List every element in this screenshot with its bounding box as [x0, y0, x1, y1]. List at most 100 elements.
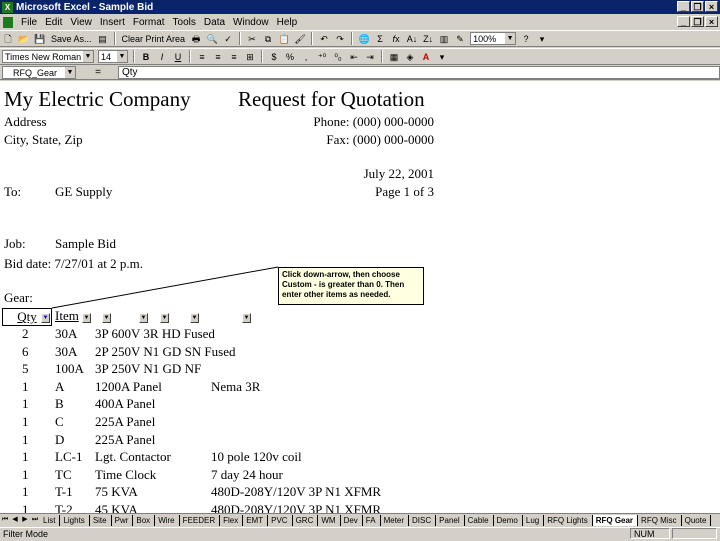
sheet-tab[interactable]: RFQ Lights	[544, 514, 593, 526]
sheet-tab[interactable]: Flex	[220, 514, 244, 526]
print-icon[interactable]: 🖶	[189, 32, 203, 46]
help-icon[interactable]: ?	[519, 32, 533, 46]
spelling-icon[interactable]: ✓	[221, 32, 235, 46]
menu-format[interactable]: Format	[129, 17, 169, 28]
sheet-tab[interactable]: Box	[133, 514, 156, 526]
sheet-tab[interactable]: Wire	[155, 514, 180, 526]
save-icon[interactable]: 💾	[33, 32, 47, 46]
sheet-tab[interactable]: Demo	[494, 514, 523, 526]
row-note[interactable]: 480D-208Y/120V 3P N1 XFMR	[211, 484, 381, 500]
sheet-tab[interactable]: Meter	[381, 514, 410, 526]
workbook-icon[interactable]	[3, 16, 13, 28]
row-qty[interactable]: 1	[22, 432, 29, 448]
menu-data[interactable]: Data	[200, 17, 229, 28]
comma-icon[interactable]: ,	[299, 50, 313, 64]
sheet-tab[interactable]: Pwr	[112, 514, 134, 526]
prev-sheet-icon[interactable]: ◀	[10, 515, 20, 525]
increase-indent-icon[interactable]: ⇥	[363, 50, 377, 64]
row-description[interactable]: 3P 600V 3R HD Fused	[95, 326, 215, 342]
row-description[interactable]: 1200A Panel	[95, 379, 162, 395]
excel-app-icon[interactable]: X	[2, 1, 13, 13]
row-qty[interactable]: 1	[22, 449, 29, 465]
sheet-tab[interactable]: Quote	[682, 514, 712, 526]
font-size-select[interactable]: 14 ▼	[98, 50, 128, 63]
paste-icon[interactable]: 📋	[277, 32, 291, 46]
undo-icon[interactable]: ↶	[317, 32, 331, 46]
bold-icon[interactable]: B	[139, 50, 153, 64]
minimize-button[interactable]: _	[677, 1, 690, 12]
row-qty[interactable]: 5	[22, 361, 29, 377]
row-qty[interactable]: 1	[22, 379, 29, 395]
sheet-tab[interactable]: Site	[90, 514, 112, 526]
row-description[interactable]: 2P 250V N1 GD SN Fused	[95, 344, 236, 360]
sheet-tab[interactable]: WM	[318, 514, 341, 526]
open-folder-icon[interactable]: 📂	[17, 32, 31, 46]
hyperlink-icon[interactable]: 🌐	[357, 32, 371, 46]
row-description[interactable]: 45 KVA	[95, 502, 138, 513]
decrease-decimal-icon[interactable]: ⁰₀	[331, 50, 345, 64]
sheet-tab[interactable]: Lug	[523, 514, 545, 526]
row-item[interactable]: C	[55, 414, 64, 430]
menu-edit[interactable]: Edit	[41, 17, 66, 28]
sheet-tab[interactable]: Dev	[341, 514, 363, 526]
zoom-select[interactable]: 100% ▼	[470, 32, 517, 45]
row-item[interactable]: TC	[55, 467, 72, 483]
row-item[interactable]: T-2	[55, 502, 73, 513]
chart-wizard-icon[interactable]: ▥	[437, 32, 451, 46]
row-item[interactable]: 30A	[55, 326, 77, 342]
row-description[interactable]: Time Clock	[95, 467, 156, 483]
row-item[interactable]: B	[55, 396, 64, 412]
doc-restore-button[interactable]: ❐	[691, 16, 704, 27]
sheet-tab[interactable]: Lights	[60, 514, 90, 526]
doc-minimize-button[interactable]: _	[677, 16, 690, 27]
print-preview-icon[interactable]: 🔍	[205, 32, 219, 46]
autosum-icon[interactable]: Σ	[373, 32, 387, 46]
sheet-tab[interactable]: DISC	[409, 514, 437, 526]
sheet-tab[interactable]: List	[40, 514, 61, 526]
restore-button[interactable]: ❐	[691, 1, 704, 12]
first-sheet-icon[interactable]: ⏮	[0, 515, 10, 525]
close-button[interactable]: ×	[705, 1, 718, 12]
clear-print-area-button[interactable]: Clear Print Area	[120, 32, 188, 46]
menu-tools[interactable]: Tools	[169, 17, 200, 28]
sheet-tab[interactable]: FEEDER	[180, 514, 221, 526]
row-description[interactable]: Lgt. Contactor	[95, 449, 171, 465]
filter-comment[interactable]: Click down-arrow, then choose Custom - i…	[278, 267, 424, 305]
row-qty[interactable]: 1	[22, 396, 29, 412]
merge-center-icon[interactable]: ⊞	[243, 50, 257, 64]
row-item[interactable]: D	[55, 432, 64, 448]
print-setup-icon[interactable]: ▤	[96, 32, 110, 46]
sheet-tab[interactable]: EMT	[243, 514, 269, 526]
increase-decimal-icon[interactable]: ⁺⁰	[315, 50, 329, 64]
sheet-tab[interactable]: PVC	[268, 514, 293, 526]
next-sheet-icon[interactable]: ▶	[20, 515, 30, 525]
row-qty[interactable]: 1	[22, 414, 29, 430]
row-qty[interactable]: 6	[22, 344, 29, 360]
row-item[interactable]: 30A	[55, 344, 77, 360]
chevron-down-icon[interactable]: ▼	[505, 33, 516, 44]
italic-icon[interactable]: I	[155, 50, 169, 64]
chevron-down-icon[interactable]: ▼	[65, 66, 75, 78]
menu-help[interactable]: Help	[273, 17, 302, 28]
new-file-icon[interactable]: 🗋	[1, 32, 15, 46]
sheet-tab[interactable]: FA	[363, 514, 381, 526]
currency-icon[interactable]: $	[267, 50, 281, 64]
fill-color-icon[interactable]: ◈	[403, 50, 417, 64]
row-item[interactable]: LC-1	[55, 449, 82, 465]
drawing-icon[interactable]: ✎	[453, 32, 467, 46]
row-note[interactable]: 480D-208Y/120V 3P N1 XFMR	[211, 502, 381, 513]
row-item[interactable]: T-1	[55, 484, 73, 500]
sheet-tab[interactable]: Panel	[436, 514, 465, 526]
sheet-tab[interactable]: Cable	[465, 514, 494, 526]
last-sheet-icon[interactable]: ⏭	[30, 515, 40, 525]
row-qty[interactable]: 1	[22, 484, 29, 500]
format-painter-icon[interactable]: 🖌	[293, 32, 307, 46]
font-color-icon[interactable]: A	[419, 50, 433, 64]
save-as-button[interactable]: Save As...	[49, 32, 94, 46]
toolbar-options-icon[interactable]: ▾	[535, 32, 549, 46]
font-name-select[interactable]: Times New Roman ▼	[2, 50, 94, 63]
redo-icon[interactable]: ↷	[333, 32, 347, 46]
row-description[interactable]: 225A Panel	[95, 432, 155, 448]
row-item[interactable]: A	[55, 379, 64, 395]
cut-icon[interactable]: ✂	[245, 32, 259, 46]
